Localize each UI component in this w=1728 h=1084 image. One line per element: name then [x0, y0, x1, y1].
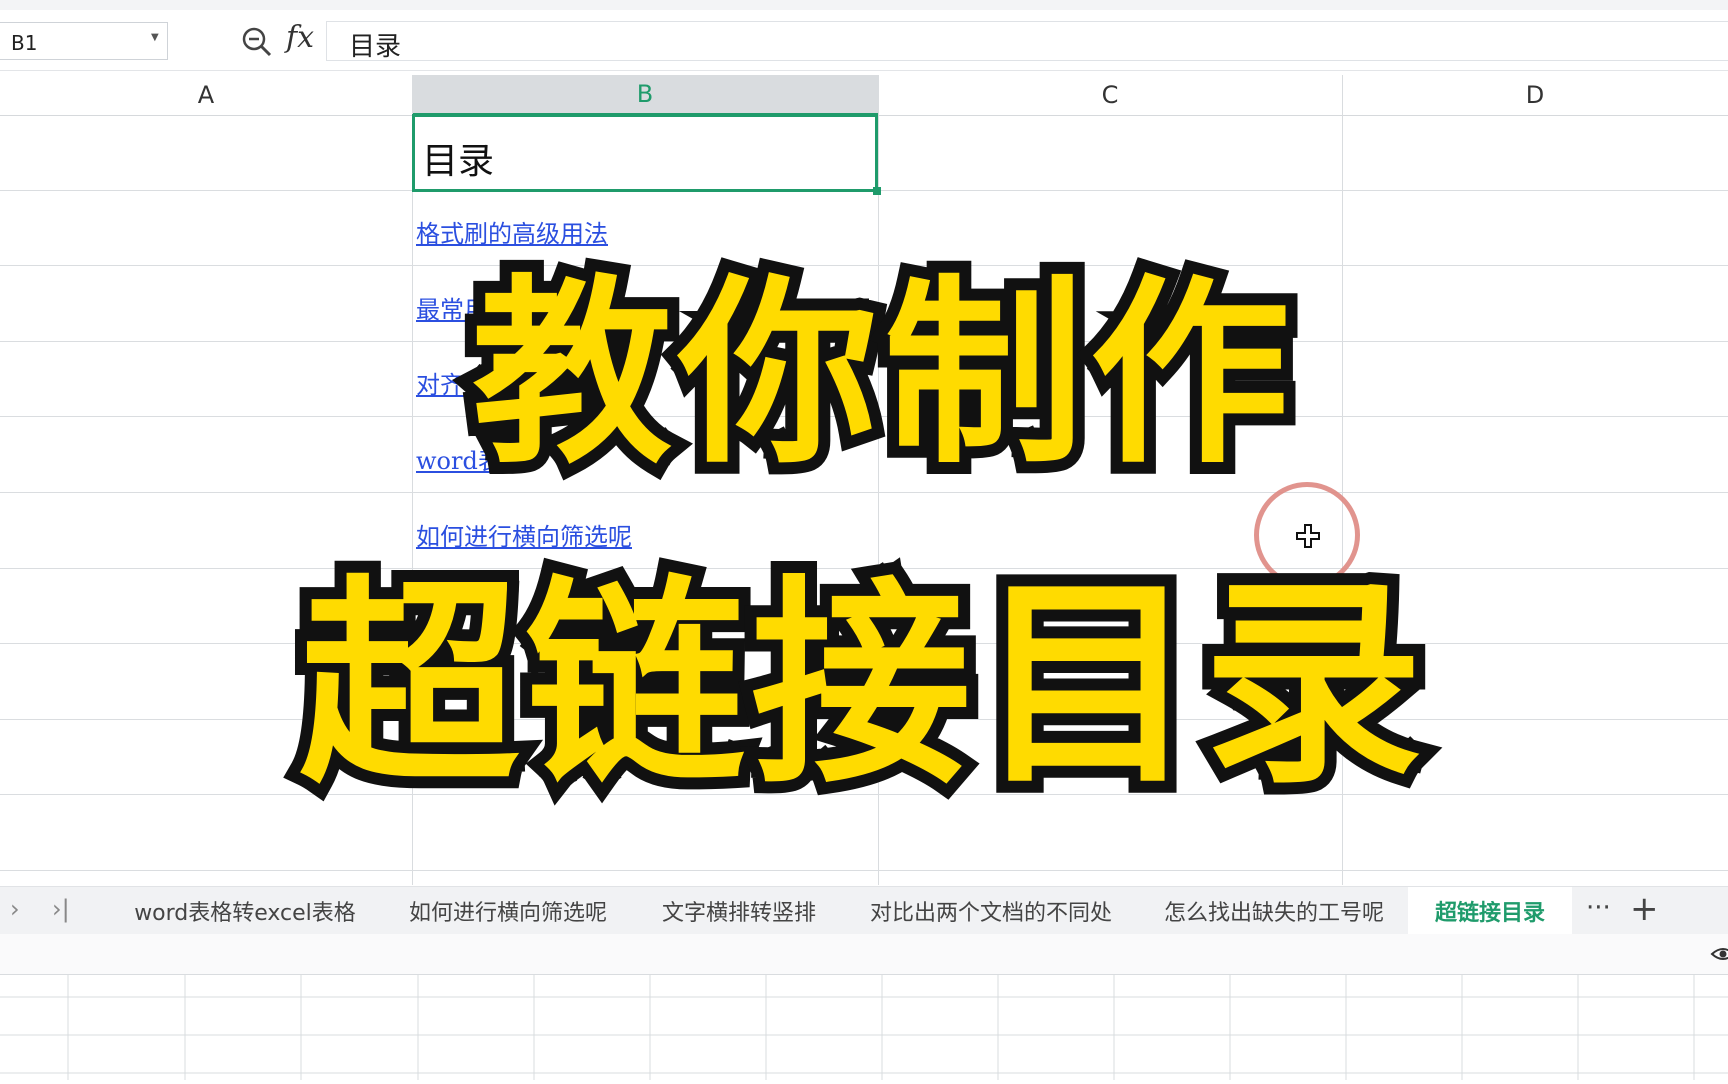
- fill-handle[interactable]: [873, 187, 881, 195]
- column-header-d[interactable]: D: [1342, 75, 1728, 115]
- add-sheet-button[interactable]: +: [1630, 889, 1659, 929]
- overlay-title-line-2: 超链接目录: [287, 545, 1435, 825]
- more-sheets-icon[interactable]: ···: [1586, 893, 1611, 923]
- background-grid-lines: [0, 975, 1728, 1080]
- link-cell-b2[interactable]: 格式刷的高级用法: [416, 214, 608, 249]
- column-header-b[interactable]: B: [412, 75, 878, 115]
- background-sheet-grid: [0, 975, 1728, 1080]
- column-header-c[interactable]: C: [878, 75, 1342, 115]
- sheet-tab[interactable]: word表格转excel表格: [110, 887, 380, 935]
- sheet-tab-active[interactable]: 超链接目录: [1408, 887, 1572, 935]
- zoom-search-icon[interactable]: [240, 25, 274, 59]
- eye-icon[interactable]: [1710, 944, 1728, 964]
- grid-line: [0, 870, 1728, 871]
- status-bar: [0, 934, 1728, 975]
- last-sheet-icon[interactable]: ›|: [52, 895, 70, 923]
- formula-bar: B1 ▼ fx 目录: [0, 10, 1728, 71]
- overlay-title-line-1: 教你制作: [460, 246, 1302, 503]
- cell-reference: B1: [11, 31, 38, 55]
- column-header-a[interactable]: A: [0, 75, 412, 115]
- chevron-down-icon[interactable]: ▼: [151, 32, 159, 43]
- next-sheet-icon[interactable]: ›: [10, 895, 20, 923]
- link-cell-b6[interactable]: 如何进行横向筛选呢: [416, 517, 632, 552]
- sheet-tab[interactable]: 文字横排转竖排: [636, 887, 842, 935]
- sheet-tab-bar: › ›| word表格转excel表格 如何进行横向筛选呢 文字横排转竖排 对比…: [0, 886, 1728, 935]
- sheet-tab[interactable]: 怎么找出缺失的工号呢: [1140, 887, 1408, 935]
- cell-b1-title: 目录: [422, 141, 495, 182]
- formula-input[interactable]: 目录: [326, 21, 1728, 62]
- sheet-tab[interactable]: 如何进行横向筛选呢: [380, 887, 636, 935]
- formula-value: 目录: [349, 32, 402, 62]
- sheet-tab[interactable]: 对比出两个文档的不同处: [842, 887, 1140, 935]
- move-cursor-icon: [1296, 524, 1320, 548]
- fx-icon[interactable]: fx: [286, 20, 314, 55]
- name-box[interactable]: B1 ▼: [0, 22, 168, 60]
